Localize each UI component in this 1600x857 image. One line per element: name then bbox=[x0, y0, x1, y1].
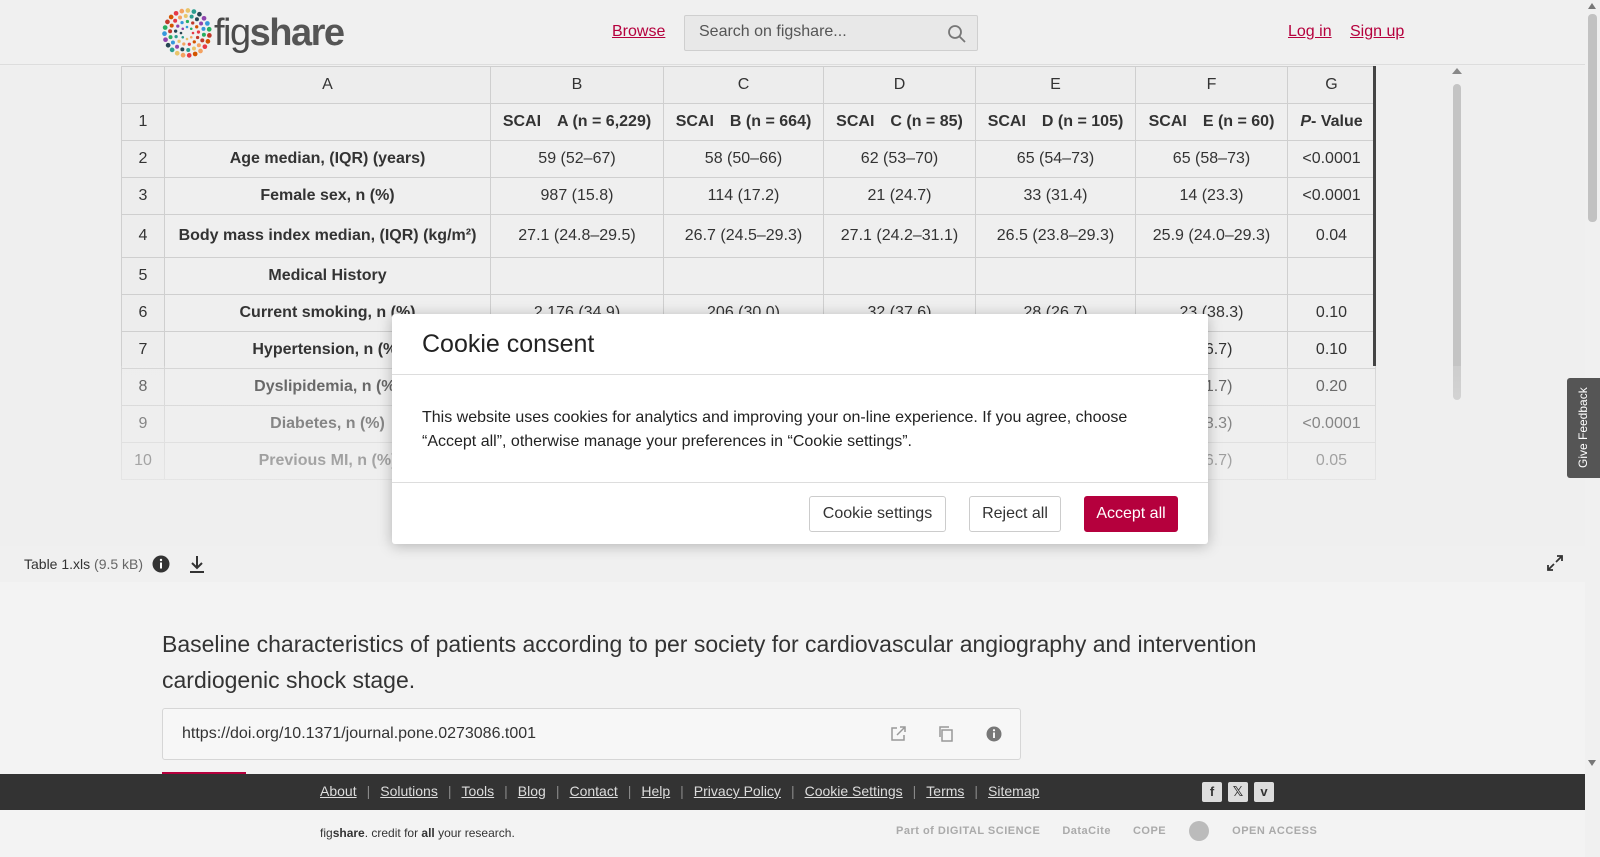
cookie-settings-button[interactable]: Cookie settings bbox=[809, 496, 946, 532]
cookie-consent-dialog: Cookie consent This website uses cookies… bbox=[392, 314, 1208, 544]
divider bbox=[392, 374, 1208, 375]
modal-overlay: Cookie consent This website uses cookies… bbox=[0, 0, 1600, 857]
cookie-dialog-body: This website uses cookies for analytics … bbox=[422, 409, 1128, 450]
reject-all-button[interactable]: Reject all bbox=[969, 496, 1061, 532]
cookie-dialog-title: Cookie consent bbox=[422, 330, 595, 358]
divider bbox=[392, 482, 1208, 483]
accept-all-button[interactable]: Accept all bbox=[1084, 496, 1178, 532]
